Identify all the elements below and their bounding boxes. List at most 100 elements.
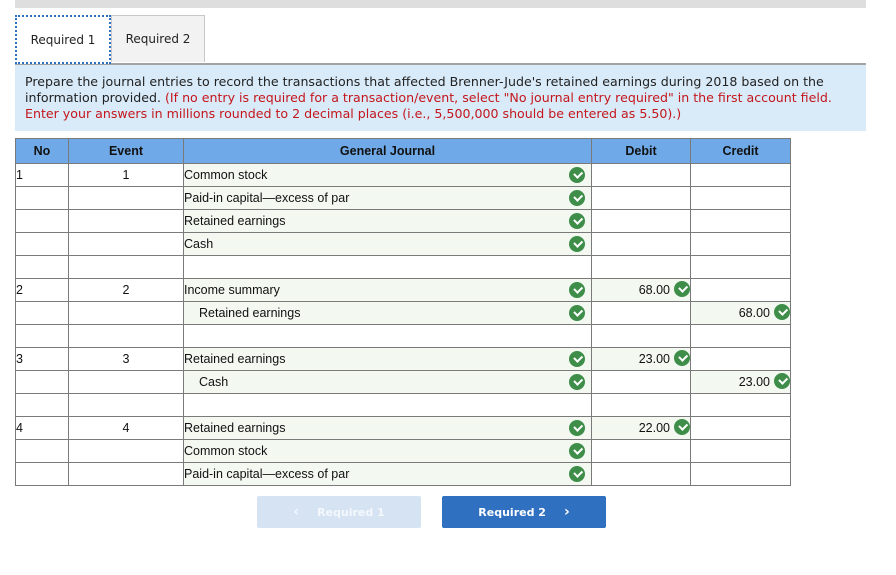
table-row [15, 324, 791, 348]
credit-input[interactable] [690, 393, 791, 417]
debit-input[interactable] [591, 324, 691, 348]
check-icon [674, 419, 690, 436]
cell-event: 4 [68, 416, 184, 440]
cell-no: 1 [15, 163, 69, 187]
table-row: Cash 23.00 [15, 370, 791, 394]
cell-event [68, 370, 184, 394]
account-select[interactable] [183, 324, 592, 348]
credit-value: 23.00 [738, 374, 770, 389]
table-row: 1 1 Common stock [15, 163, 791, 187]
prev-required-1-button[interactable]: ‹ Required 1 [257, 496, 421, 528]
cell-no [15, 232, 69, 256]
tab-required-1[interactable]: Required 1 [15, 15, 111, 64]
debit-input[interactable] [591, 301, 691, 325]
cell-no: 3 [15, 347, 69, 371]
check-icon [569, 190, 585, 206]
cell-event [68, 462, 184, 486]
debit-input[interactable]: 68.00 [591, 278, 691, 302]
account-select[interactable]: Retained earnings [183, 347, 592, 371]
cell-no [15, 462, 69, 486]
table-row: Common stock [15, 439, 791, 463]
account-select[interactable]: Cash [183, 370, 592, 394]
credit-input[interactable] [690, 255, 791, 279]
debit-input[interactable]: 22.00 [591, 416, 691, 440]
header-general-journal: General Journal [183, 138, 592, 164]
account-name: Common stock [184, 168, 268, 182]
credit-input[interactable] [690, 209, 791, 233]
table-row: Retained earnings 68.00 [15, 301, 791, 325]
account-select[interactable]: Retained earnings [183, 301, 592, 325]
debit-input[interactable] [591, 393, 691, 417]
debit-input[interactable]: 23.00 [591, 347, 691, 371]
debit-input[interactable] [591, 186, 691, 210]
credit-value: 68.00 [738, 305, 770, 320]
check-icon [569, 167, 585, 183]
debit-input[interactable] [591, 163, 691, 187]
account-select[interactable] [183, 255, 592, 279]
table-row: Paid-in capital—excess of par [15, 186, 791, 210]
check-icon [569, 374, 585, 390]
cell-event: 1 [68, 163, 184, 187]
table-row: 2 2 Income summary 68.00 [15, 278, 791, 302]
general-journal-table: No Event General Journal Debit Credit 11… [15, 138, 791, 486]
account-select[interactable]: Paid-in capital—excess of par [183, 186, 592, 210]
cell-no: 2 [15, 278, 69, 302]
table-row: Retained earnings [15, 209, 791, 233]
next-required-2-button[interactable]: Required 2 › [442, 496, 606, 528]
credit-input[interactable] [690, 462, 791, 486]
debit-input[interactable] [591, 209, 691, 233]
account-select[interactable]: Income summary [183, 278, 592, 302]
chevron-left-icon: ‹ [293, 504, 300, 520]
table-row: 3 3 Retained earnings 23.00 [15, 347, 791, 371]
next-button-label: Required 2 [478, 505, 546, 519]
debit-input[interactable] [591, 462, 691, 486]
account-name: Retained earnings [184, 421, 286, 435]
credit-input[interactable] [690, 439, 791, 463]
credit-input[interactable] [690, 163, 791, 187]
account-select[interactable]: Common stock [183, 439, 592, 463]
debit-input[interactable] [591, 439, 691, 463]
check-icon [569, 443, 585, 459]
cell-event [68, 324, 184, 348]
account-select[interactable]: Paid-in capital—excess of par [183, 462, 592, 486]
chevron-right-icon: › [563, 504, 570, 520]
account-name: Paid-in capital—excess of par [184, 191, 350, 205]
debit-input[interactable] [591, 255, 691, 279]
debit-value: 22.00 [638, 420, 670, 435]
account-select[interactable]: Retained earnings [183, 209, 592, 233]
cell-event: 2 [68, 278, 184, 302]
credit-input[interactable] [690, 416, 791, 440]
account-name: Cash [199, 375, 229, 389]
debit-input[interactable] [591, 232, 691, 256]
cell-no: 4 [15, 416, 69, 440]
table-row [15, 255, 791, 279]
credit-input[interactable] [690, 232, 791, 256]
credit-input[interactable] [690, 347, 791, 371]
account-name: Common stock [184, 444, 268, 458]
cell-event: 3 [68, 347, 184, 371]
tab-bar: Required 1 Required 2 [15, 15, 866, 65]
credit-input[interactable] [690, 186, 791, 210]
cell-event [68, 393, 184, 417]
check-icon [774, 304, 790, 321]
account-select[interactable] [183, 393, 592, 417]
tab-required-2[interactable]: Required 2 [111, 15, 205, 62]
credit-input[interactable]: 23.00 [690, 370, 791, 394]
cell-no [15, 255, 69, 279]
cell-no [15, 370, 69, 394]
debit-value: 68.00 [638, 282, 670, 297]
credit-input[interactable] [690, 324, 791, 348]
account-select[interactable]: Common stock [183, 163, 592, 187]
header-credit: Credit [690, 138, 791, 164]
credit-input[interactable] [690, 278, 791, 302]
cell-event [68, 255, 184, 279]
account-select[interactable]: Cash [183, 232, 592, 256]
cell-no [15, 301, 69, 325]
account-select[interactable]: Retained earnings [183, 416, 592, 440]
debit-input[interactable] [591, 370, 691, 394]
check-icon [569, 213, 585, 229]
table-row: Paid-in capital—excess of par [15, 462, 791, 486]
cell-no [15, 209, 69, 233]
credit-input[interactable]: 68.00 [690, 301, 791, 325]
check-icon [569, 420, 585, 436]
